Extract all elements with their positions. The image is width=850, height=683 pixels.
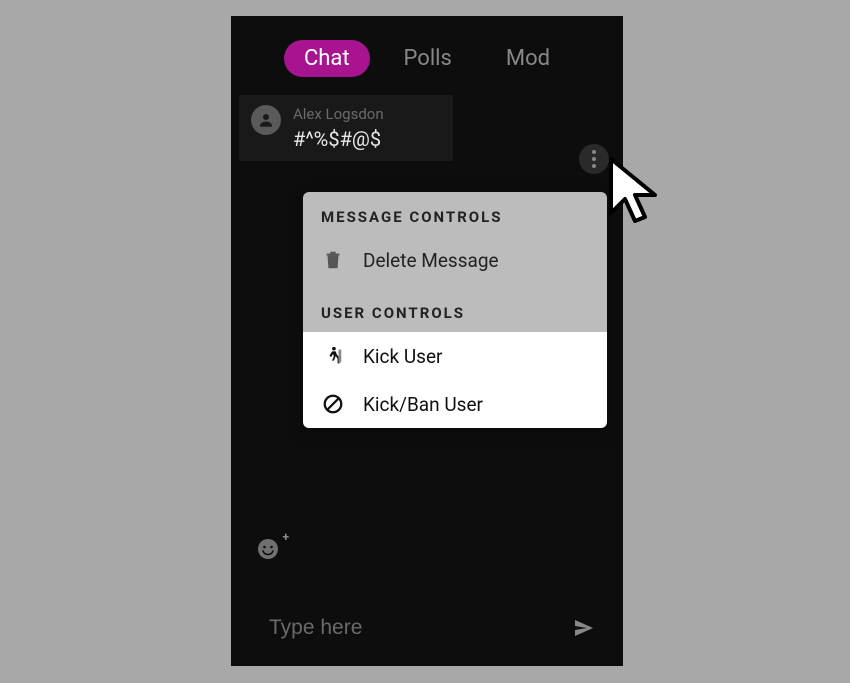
message-content: Alex Logsdon #^%$#@$ <box>293 105 384 151</box>
menu-item-label: Delete Message <box>363 249 499 272</box>
message-text: #^%$#@$ <box>293 127 384 151</box>
tabs-row: Chat Polls Mod <box>231 16 623 95</box>
person-icon <box>257 111 275 129</box>
message-context-menu: MESSAGE CONTROLS Delete Message USER CON… <box>303 192 607 428</box>
kebab-dot-icon <box>592 150 596 154</box>
menu-item-kick-ban-user[interactable]: Kick/Ban User <box>303 380 607 428</box>
message-options-button[interactable] <box>579 144 609 174</box>
ban-icon <box>321 392 345 416</box>
plus-icon: + <box>282 530 289 544</box>
tab-polls[interactable]: Polls <box>384 40 472 77</box>
menu-header-user-controls: USER CONTROLS <box>303 284 607 332</box>
message-input[interactable] <box>255 604 569 652</box>
tab-mod[interactable]: Mod <box>486 40 570 77</box>
menu-header-message-controls: MESSAGE CONTROLS <box>303 192 607 236</box>
menu-item-label: Kick User <box>363 345 442 368</box>
running-person-icon <box>321 344 345 368</box>
avatar <box>251 105 281 135</box>
send-icon <box>572 616 596 640</box>
menu-item-delete-message[interactable]: Delete Message <box>303 236 607 284</box>
kebab-dot-icon <box>592 164 596 168</box>
emoji-picker-button[interactable]: + <box>251 532 285 566</box>
message-row: Alex Logsdon #^%$#@$ <box>239 95 453 161</box>
trash-icon <box>321 248 345 272</box>
send-button[interactable] <box>569 613 599 643</box>
input-row <box>231 604 623 652</box>
message-username: Alex Logsdon <box>293 105 384 123</box>
smiley-icon <box>256 537 280 561</box>
kebab-dot-icon <box>592 157 596 161</box>
menu-item-kick-user[interactable]: Kick User <box>303 332 607 380</box>
tab-chat[interactable]: Chat <box>284 40 370 77</box>
menu-item-label: Kick/Ban User <box>363 393 483 416</box>
